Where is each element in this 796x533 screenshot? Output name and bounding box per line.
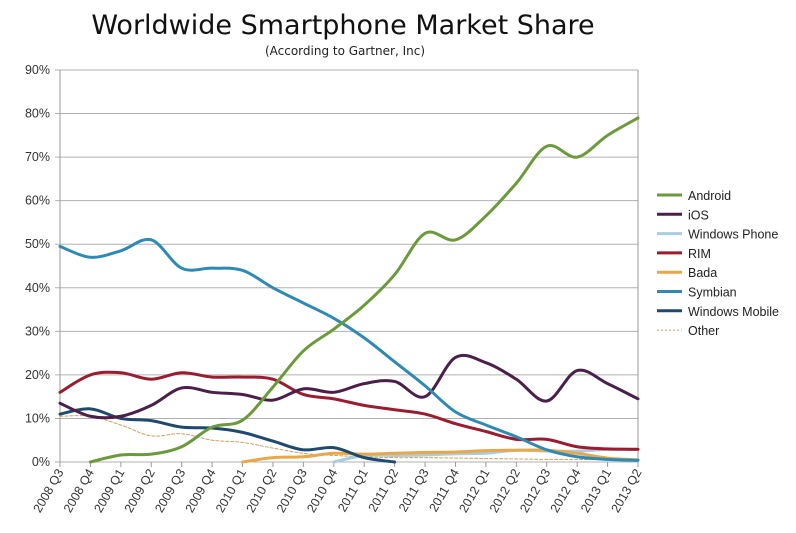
y-tick-label: 50% <box>25 237 50 251</box>
legend-label-windows-phone: Windows Phone <box>688 228 778 242</box>
y-tick-label: 0% <box>32 455 50 469</box>
series-line-rim <box>58 370 640 451</box>
legend-label-windows-mobile: Windows Mobile <box>688 305 779 319</box>
y-tick-label: 10% <box>25 411 50 425</box>
chart-title: Worldwide Smartphone Market Share <box>91 10 594 41</box>
y-tick-label: 90% <box>25 63 50 77</box>
y-tick-label: 70% <box>25 150 50 164</box>
y-axis: 0% 10% 20% 30% 40% 50% 60% 70% 80% 90% <box>25 63 50 469</box>
legend-label-ios: iOS <box>688 208 709 222</box>
y-tick-label: 60% <box>25 194 50 208</box>
series-line-android <box>88 116 640 464</box>
legend-label-other: Other <box>688 324 719 338</box>
gridlines <box>55 69 639 467</box>
y-tick-label: 20% <box>25 368 50 382</box>
legend-label-rim: RIM <box>688 247 711 261</box>
legend: Android iOS Windows Phone RIM Bada Symbian Win… <box>657 189 779 338</box>
series-line-symbian <box>58 237 640 462</box>
y-tick-label: 30% <box>25 324 50 338</box>
series-lines <box>58 116 640 464</box>
legend-label-android: Android <box>688 189 731 203</box>
chart-subtitle: (According to Gartner, Inc) <box>265 44 425 58</box>
y-tick-label: 40% <box>25 281 50 295</box>
legend-label-symbian: Symbian <box>688 286 737 300</box>
series-line-ios <box>58 353 640 420</box>
chart: Worldwide Smartphone Market Share (Accor… <box>25 10 779 515</box>
y-tick-label: 80% <box>25 107 50 121</box>
legend-label-bada: Bada <box>688 266 717 280</box>
x-axis: 2008 Q32008 Q42009 Q12009 Q22009 Q32009 … <box>30 462 645 515</box>
